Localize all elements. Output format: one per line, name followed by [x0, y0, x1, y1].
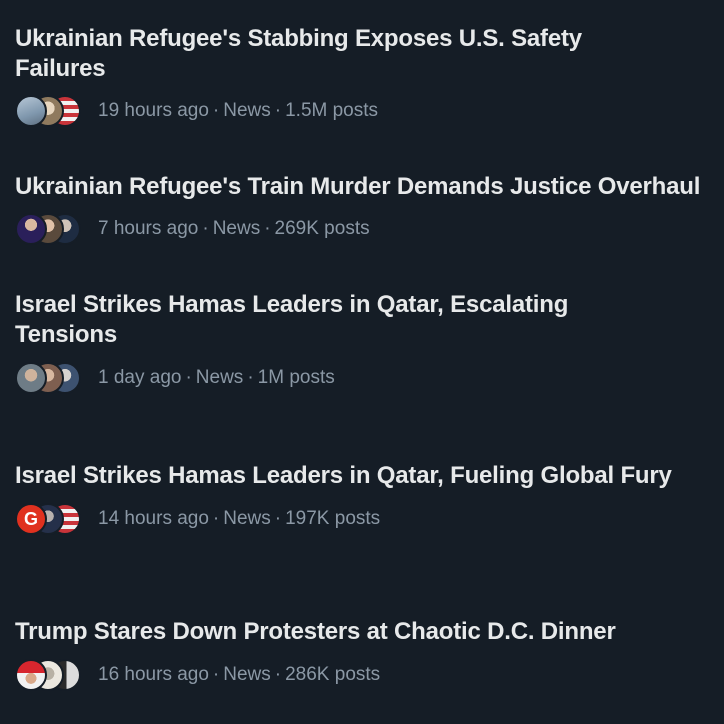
- separator: ·: [212, 508, 220, 529]
- story-metadata: 7 hours ago · News · 269K posts: [98, 217, 370, 241]
- news-story-2[interactable]: Ukrainian Refugee's Train Murder Demands…: [0, 172, 724, 262]
- story-time: 16 hours ago: [98, 664, 209, 685]
- story-title[interactable]: Israel Strikes Hamas Leaders in Qatar, F…: [15, 461, 724, 491]
- separator: ·: [274, 664, 282, 685]
- avatar-group: [15, 361, 87, 395]
- story-time: 19 hours ago: [98, 100, 209, 121]
- avatar-group: [15, 658, 87, 692]
- story-category: News: [223, 664, 271, 685]
- avatar: [15, 213, 47, 245]
- story-title[interactable]: Ukrainian Refugee's Stabbing Exposes U.S…: [15, 24, 655, 84]
- news-story-4[interactable]: Israel Strikes Hamas Leaders in Qatar, F…: [0, 461, 724, 551]
- story-time: 14 hours ago: [98, 508, 209, 529]
- avatar: [15, 362, 47, 394]
- g-logo-icon: G: [23, 509, 38, 529]
- story-metadata: 19 hours ago · News · 1.5M posts: [98, 99, 378, 123]
- story-post-count: 1.5M posts: [285, 100, 379, 121]
- story-category: News: [223, 100, 271, 121]
- avatar: [15, 659, 47, 691]
- avatar-group: G: [15, 502, 87, 536]
- avatar: G: [15, 503, 47, 535]
- separator: ·: [274, 508, 282, 529]
- story-title[interactable]: Trump Stares Down Protesters at Chaotic …: [15, 617, 724, 647]
- story-category: News: [223, 508, 271, 529]
- trending-news-feed: Ukrainian Refugee's Stabbing Exposes U.S…: [0, 0, 724, 724]
- story-title[interactable]: Ukrainian Refugee's Train Murder Demands…: [15, 172, 724, 202]
- avatar: [15, 95, 47, 127]
- story-time: 7 hours ago: [98, 218, 199, 239]
- story-metadata: 14 hours ago · News · 197K posts: [98, 507, 380, 531]
- news-story-5[interactable]: Trump Stares Down Protesters at Chaotic …: [0, 617, 724, 707]
- story-post-count: 197K posts: [285, 508, 381, 529]
- story-title[interactable]: Israel Strikes Hamas Leaders in Qatar, E…: [15, 290, 655, 350]
- separator: ·: [247, 367, 254, 388]
- story-category: News: [195, 367, 244, 388]
- story-meta: 7 hours ago · News · 269K posts: [15, 212, 370, 246]
- separator: ·: [212, 664, 220, 685]
- avatar-group: [15, 212, 87, 246]
- story-meta: 1 day ago · News · 1M posts: [15, 361, 335, 395]
- story-meta: 16 hours ago · News · 286K posts: [15, 658, 380, 692]
- story-time: 1 day ago: [98, 367, 182, 388]
- separator: ·: [185, 367, 192, 388]
- news-story-3[interactable]: Israel Strikes Hamas Leaders in Qatar, E…: [0, 290, 724, 400]
- story-post-count: 269K posts: [274, 218, 370, 239]
- story-category: News: [212, 218, 261, 239]
- separator: ·: [212, 100, 220, 121]
- story-metadata: 1 day ago · News · 1M posts: [98, 366, 335, 390]
- avatar-group: [15, 94, 87, 128]
- story-meta: G 14 hours ago · News · 197K posts: [15, 502, 380, 536]
- separator: ·: [202, 218, 209, 239]
- separator: ·: [264, 218, 271, 239]
- story-metadata: 16 hours ago · News · 286K posts: [98, 663, 380, 687]
- story-post-count: 1M posts: [257, 367, 335, 388]
- news-story-1[interactable]: Ukrainian Refugee's Stabbing Exposes U.S…: [0, 24, 724, 134]
- separator: ·: [274, 100, 282, 121]
- story-meta: 19 hours ago · News · 1.5M posts: [15, 94, 378, 128]
- story-post-count: 286K posts: [285, 664, 381, 685]
